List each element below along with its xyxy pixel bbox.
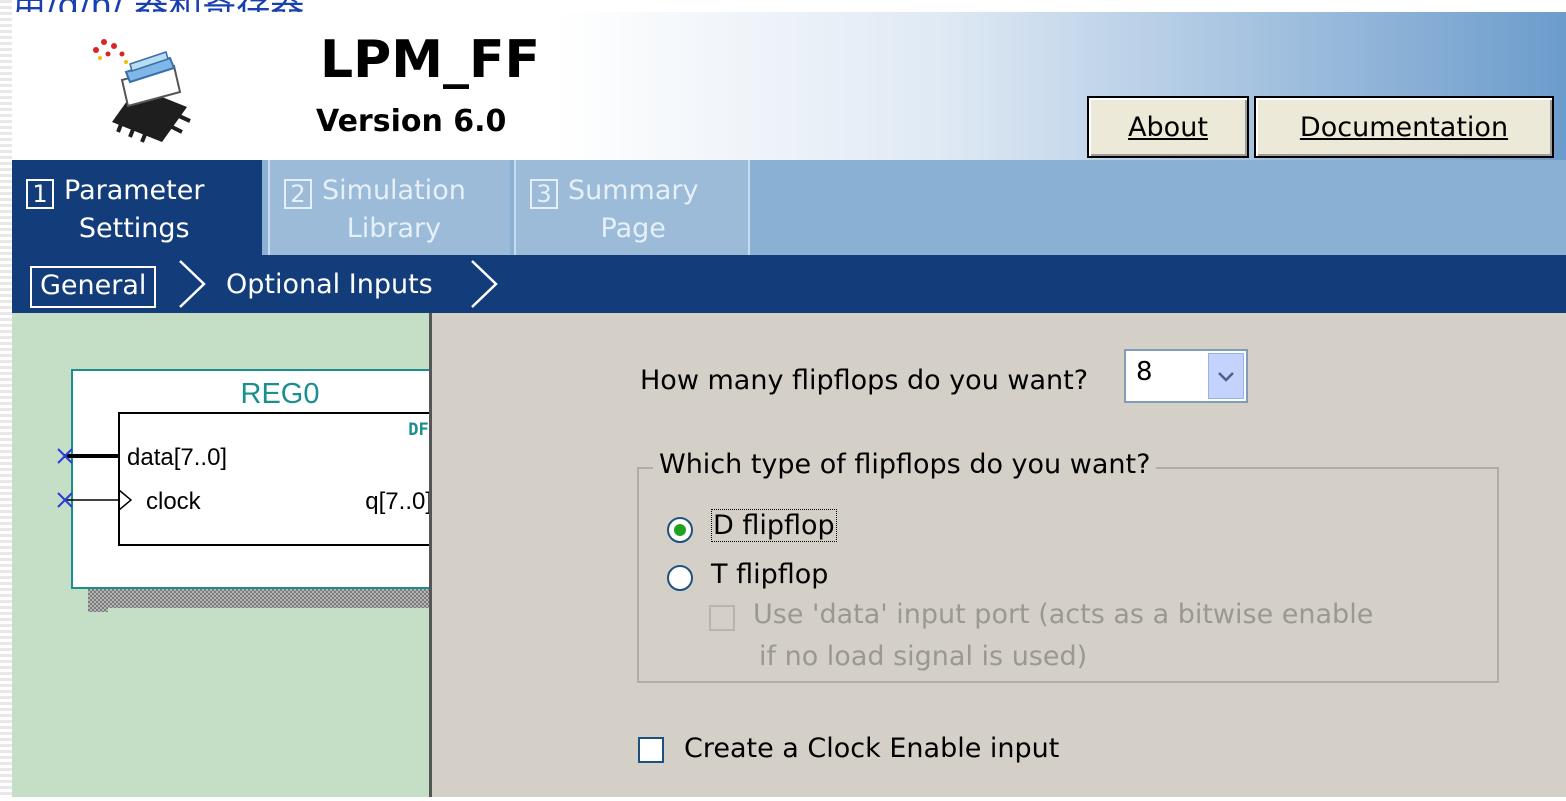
tab-label-line2: Settings bbox=[78, 213, 190, 244]
about-button[interactable]: About bbox=[1087, 96, 1249, 158]
left-edge-stripe bbox=[0, 0, 12, 797]
tab-number: 1 bbox=[26, 179, 54, 209]
flipflop-count-label: How many flipflops do you want? bbox=[640, 365, 1089, 396]
dropdown-arrow-button[interactable] bbox=[1208, 353, 1244, 399]
shadow-bottom bbox=[94, 588, 508, 608]
about-button-label: About bbox=[1128, 111, 1208, 143]
chevron-right-icon bbox=[179, 260, 206, 308]
tab-parameter-settings[interactable]: 1 Parameter Settings bbox=[12, 160, 262, 255]
tab-summary-page[interactable]: 3 Summary Page bbox=[514, 160, 750, 255]
wizard-tab-bar: 1 Parameter Settings 2 Simulation Librar… bbox=[12, 160, 1566, 255]
tab-label-line2: Page bbox=[600, 213, 666, 244]
use-data-port-label-line2: if no load signal is used) bbox=[759, 641, 1088, 672]
tab-label: Summary Page bbox=[568, 172, 698, 248]
wizard-version: Version 6.0 bbox=[316, 104, 507, 139]
use-data-port-checkbox[interactable] bbox=[709, 605, 735, 631]
radio-d-flipflop-label[interactable]: D flipflop bbox=[711, 509, 837, 542]
flipflop-count-select[interactable]: 8 bbox=[1124, 349, 1248, 403]
type-label: DFF bbox=[408, 420, 429, 440]
instance-name: REG0 bbox=[241, 378, 320, 410]
clock-enable-label[interactable]: Create a Clock Enable input bbox=[684, 733, 1059, 764]
dff-symbol-diagram: REG0 DFF data[7..0] clock q[7..0] bbox=[57, 369, 508, 612]
tab-label-line1: Parameter bbox=[64, 175, 205, 206]
tab-label-line1: Simulation bbox=[322, 175, 466, 206]
radio-t-flipflop-label[interactable]: T flipflop bbox=[711, 559, 828, 590]
header: LPM_FF Version 6.0 About Documentation bbox=[12, 12, 1566, 160]
tab-label: Parameter Settings bbox=[64, 172, 204, 248]
port-q: q[7..0] bbox=[365, 488, 429, 515]
documentation-button-label: Documentation bbox=[1299, 111, 1509, 143]
chevron-down-icon bbox=[1218, 372, 1234, 382]
tab-label-line2: Library bbox=[346, 213, 442, 244]
documentation-button[interactable]: Documentation bbox=[1254, 96, 1554, 158]
port-clock: clock bbox=[146, 488, 202, 515]
tab-simulation-library[interactable]: 2 Simulation Library bbox=[268, 160, 510, 255]
parameter-form: How many flipflops do you want? 8 Which … bbox=[432, 313, 1566, 797]
tab-label-line1: Summary bbox=[568, 175, 699, 206]
symbol-inner-box bbox=[118, 412, 442, 546]
radio-t-flipflop[interactable] bbox=[667, 565, 693, 591]
port-data: data[7..0] bbox=[127, 444, 227, 471]
sub-navigation: General Optional Inputs bbox=[12, 255, 1566, 313]
tab-label: Simulation Library bbox=[322, 172, 466, 248]
flipflop-type-group: Which type of flipflops do you want? D f… bbox=[637, 449, 1499, 683]
wizard-title: LPM_FF bbox=[320, 30, 541, 90]
clock-enable-checkbox[interactable] bbox=[638, 737, 664, 763]
radio-d-flipflop[interactable] bbox=[667, 517, 693, 543]
symbol-preview-pane: REG0 DFF data[7..0] clock q[7..0] bbox=[12, 313, 508, 797]
tab-number: 2 bbox=[284, 179, 312, 209]
subnav-optional-inputs[interactable]: Optional Inputs bbox=[226, 266, 433, 304]
tab-number: 3 bbox=[530, 179, 558, 209]
use-data-port-label: Use 'data' input port (acts as a bitwise… bbox=[753, 599, 1374, 630]
chevron-right-icon bbox=[471, 260, 498, 308]
megawizard-chip-icon bbox=[93, 39, 191, 143]
flipflop-type-legend: Which type of flipflops do you want? bbox=[653, 449, 1157, 480]
flipflop-count-value: 8 bbox=[1136, 357, 1153, 387]
subnav-general[interactable]: General bbox=[30, 266, 157, 308]
